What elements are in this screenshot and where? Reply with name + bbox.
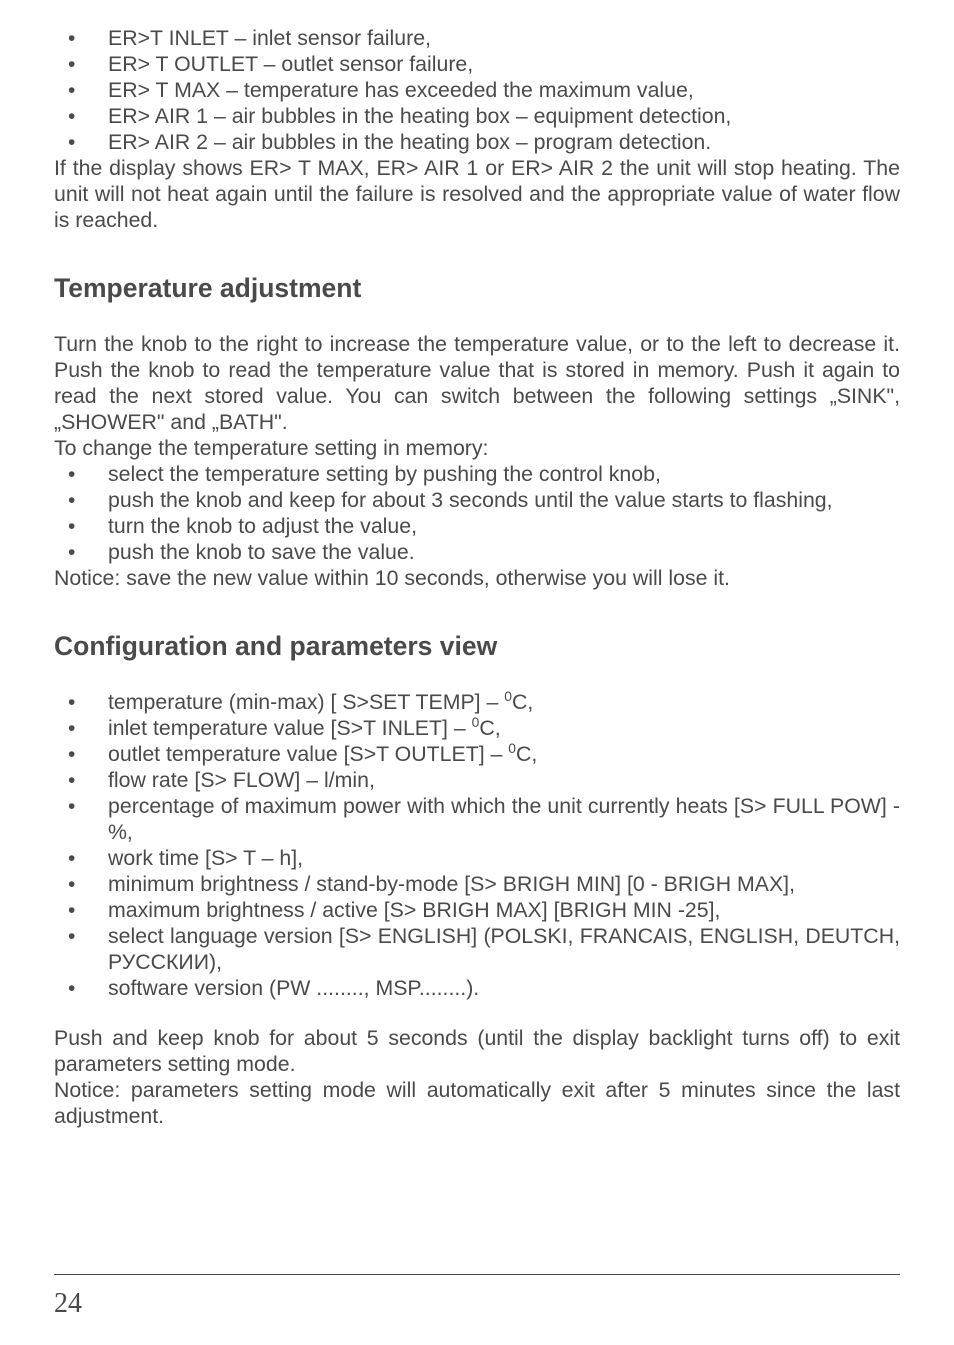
list-item: push the knob to save the value. [54, 540, 900, 566]
list-item: maximum brightness / active [S> BRIGH MA… [54, 898, 900, 924]
temp-adjust-para2: To change the temperature setting in mem… [54, 436, 900, 462]
list-item: outlet temperature value [S>T OUTLET] – … [54, 742, 900, 768]
page-number: 24 [54, 1287, 82, 1321]
temp-adjust-notice: Notice: save the new value within 10 sec… [54, 566, 900, 592]
list-item: ER> AIR 2 – air bubbles in the heating b… [54, 130, 900, 156]
error-list: ER>T INLET – inlet sensor failure, ER> T… [54, 26, 900, 156]
heading-configuration: Configuration and parameters view [54, 630, 900, 662]
config-para1: Push and keep knob for about 5 seconds (… [54, 1026, 900, 1078]
temp-adjust-para1: Turn the knob to the right to increase t… [54, 332, 900, 436]
list-item: ER> AIR 1 – air bubbles in the heating b… [54, 104, 900, 130]
list-item: ER> T MAX – temperature has exceeded the… [54, 78, 900, 104]
temp-adjust-list: select the temperature setting by pushin… [54, 462, 900, 566]
degree-superscript: 0 [508, 740, 516, 756]
list-item: ER>T INLET – inlet sensor failure, [54, 26, 900, 52]
degree-superscript: 0 [504, 688, 512, 704]
list-item: ER> T OUTLET – outlet sensor failure, [54, 52, 900, 78]
config-para2: Notice: parameters setting mode will aut… [54, 1078, 900, 1130]
list-item: inlet temperature value [S>T INLET] – 0C… [54, 716, 900, 742]
error-paragraph: If the display shows ER> T MAX, ER> AIR … [54, 156, 900, 234]
heading-temperature-adjustment: Temperature adjustment [54, 272, 900, 304]
list-item: push the knob and keep for about 3 secon… [54, 488, 900, 514]
list-item: work time [S> T – h], [54, 846, 900, 872]
list-item: percentage of maximum power with which t… [54, 794, 900, 846]
list-item: select the temperature setting by pushin… [54, 462, 900, 488]
list-item: temperature (min-max) [ S>SET TEMP] – 0C… [54, 690, 900, 716]
list-item: software version (PW ........, MSP......… [54, 976, 900, 1002]
list-item: turn the knob to adjust the value, [54, 514, 900, 540]
footer-rule [54, 1274, 900, 1275]
list-item: flow rate [S> FLOW] – l/min, [54, 768, 900, 794]
config-list: temperature (min-max) [ S>SET TEMP] – 0C… [54, 690, 900, 1002]
degree-superscript: 0 [472, 714, 480, 730]
list-item: select language version [S> ENGLISH] (PO… [54, 924, 900, 976]
list-item: minimum brightness / stand-by-mode [S> B… [54, 872, 900, 898]
